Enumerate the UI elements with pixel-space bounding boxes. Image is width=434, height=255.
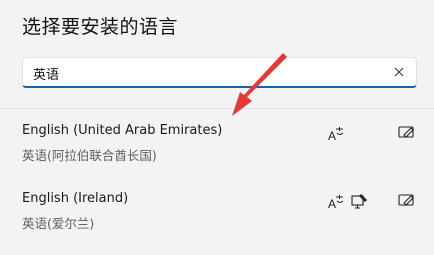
text-to-speech-icon: A: [327, 193, 345, 211]
divider: [0, 108, 434, 109]
edit-button[interactable]: [397, 123, 417, 141]
edit-icon: [398, 126, 414, 138]
page-title: 选择要安装的语言: [22, 16, 179, 38]
close-icon: [394, 67, 404, 77]
text-to-speech-icon: A: [327, 125, 345, 143]
search-box[interactable]: 英语: [22, 57, 417, 88]
list-item-language[interactable]: English (Ireland) 英语(爱尔兰) A: [0, 191, 434, 251]
handwriting-icon: [350, 192, 370, 210]
edit-icon: [398, 194, 414, 206]
search-input[interactable]: 英语: [33, 64, 59, 83]
language-name: English (Ireland): [22, 191, 129, 206]
language-native-name: 英语(爱尔兰): [22, 216, 95, 231]
language-name: English (United Arab Emirates): [22, 123, 223, 138]
edit-button[interactable]: [397, 191, 417, 209]
clear-search-button[interactable]: [389, 62, 409, 82]
language-native-name: 英语(阿拉伯联合酋长国): [22, 148, 157, 163]
language-install-dialog: 选择要安装的语言 英语 English (United Arab Emirate…: [0, 0, 434, 255]
list-item-language[interactable]: English (United Arab Emirates) 英语(阿拉伯联合酋…: [0, 123, 434, 183]
svg-text:A: A: [328, 197, 336, 211]
svg-text:A: A: [328, 129, 336, 143]
